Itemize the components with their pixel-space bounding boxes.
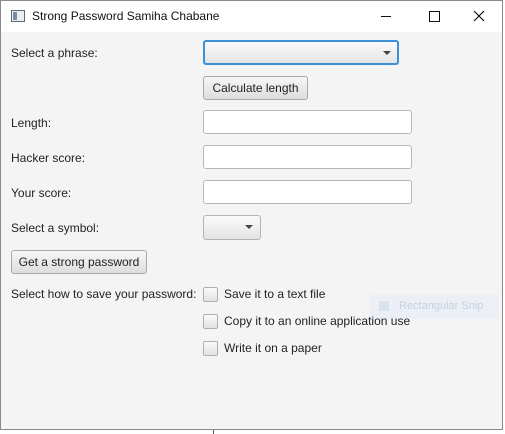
phrase-label: Select a phrase: [11, 46, 98, 60]
close-icon[interactable] [456, 1, 502, 32]
chevron-down-icon [245, 225, 253, 229]
checkbox[interactable] [203, 341, 218, 356]
checkbox[interactable] [203, 287, 218, 302]
background-divider [213, 430, 214, 434]
calculate-length-button[interactable]: Calculate length [203, 76, 308, 100]
your-score-field[interactable] [203, 180, 412, 204]
checkbox[interactable] [203, 314, 218, 329]
length-label: Length: [11, 116, 52, 130]
snip-icon [379, 301, 389, 311]
title-bar[interactable]: Strong Password Samiha Chabane [1, 1, 502, 32]
save-option-label: Write it on a paper [224, 341, 322, 355]
your-score-label: Your score: [11, 186, 72, 200]
save-option-label: Copy it to an online application use [224, 314, 411, 328]
hacker-score-field[interactable] [203, 145, 412, 169]
maximize-icon[interactable] [411, 1, 457, 32]
app-window: Strong Password Samiha Chabane Select a … [0, 0, 503, 430]
symbol-combobox[interactable] [203, 215, 261, 240]
chevron-down-icon [383, 51, 391, 55]
phrase-combobox[interactable] [203, 40, 399, 65]
get-strong-password-button[interactable]: Get a strong password [11, 250, 147, 274]
window-title: Strong Password Samiha Chabane [32, 9, 220, 23]
save-method-label: Select how to save your password: [11, 287, 197, 301]
minimize-icon[interactable] [363, 1, 409, 32]
save-option-label: Save it to a text file [224, 287, 326, 301]
symbol-label: Select a symbol: [11, 221, 100, 235]
hacker-score-label: Hacker score: [11, 151, 86, 165]
length-field[interactable] [203, 110, 412, 134]
window-app-icon [11, 10, 25, 22]
background-snip-text: Rectangular Snip [399, 300, 484, 312]
